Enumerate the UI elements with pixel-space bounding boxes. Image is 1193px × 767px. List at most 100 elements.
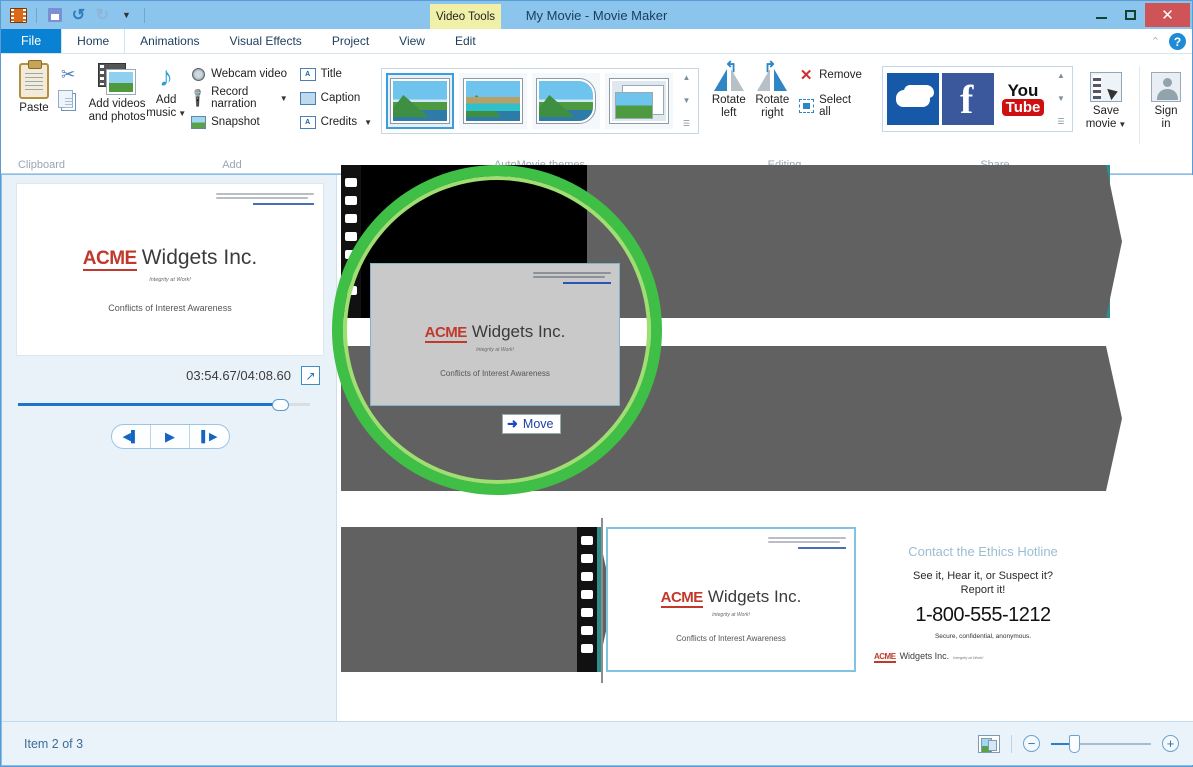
select-all-button[interactable]: Select all <box>798 94 866 118</box>
add-videos-and-photos-button[interactable]: Add videos and photos <box>88 59 146 124</box>
status-bar: Item 2 of 3 − + <box>2 721 1193 765</box>
sign-in-button[interactable]: Sign in <box>1144 66 1188 131</box>
onedrive-button[interactable] <box>887 73 939 125</box>
next-frame-button[interactable]: ▌▶ <box>189 425 228 448</box>
cut-icon[interactable]: ✂ <box>61 65 76 85</box>
theme-thumb-1[interactable] <box>385 73 454 129</box>
record-narration-button[interactable]: 🎤 Record narration ▼ <box>186 86 292 110</box>
customize-qat-icon[interactable]: ▼ <box>116 5 137 26</box>
window-title: My Movie - Movie Maker <box>525 7 668 23</box>
select-all-icon <box>798 98 814 114</box>
copy-icon[interactable] <box>58 90 76 111</box>
ethics-line-1: See it, Hear it, or Suspect it? <box>912 570 1053 582</box>
chevron-up-icon[interactable]: ⌃ <box>1151 35 1160 48</box>
storyboard-pane[interactable]: ACME Widgets Inc. Integrity at Work! Con… <box>332 165 1193 723</box>
sign-in-icon <box>1151 72 1181 102</box>
theme-thumb-4[interactable] <box>604 73 673 129</box>
title-label: Title <box>320 68 342 80</box>
tab-view[interactable]: View <box>384 29 440 53</box>
paste-button[interactable]: Paste <box>7 59 61 115</box>
preview-monitor[interactable]: ACME Widgets Inc. Integrity at Work! Con… <box>16 183 324 356</box>
clip-band-gray-1[interactable] <box>587 165 1122 318</box>
redo-icon[interactable]: ↻ <box>92 5 113 26</box>
caption-icon <box>299 90 316 106</box>
move-badge-label: Move <box>522 417 554 431</box>
fullscreen-icon[interactable]: ↗ <box>301 366 320 385</box>
share-scroll-up-icon[interactable]: ▲ <box>1054 70 1068 82</box>
tab-file[interactable]: File <box>1 29 62 53</box>
webcam-video-button[interactable]: Webcam video <box>190 63 292 85</box>
selected-clip-slide[interactable]: ACME Widgets Inc. Integrity at Work! Con… <box>606 527 856 672</box>
credits-button[interactable]: A Credits ▼ <box>299 111 376 133</box>
seek-thumb[interactable] <box>272 399 289 411</box>
minimize-button[interactable] <box>1087 3 1116 27</box>
item-status: Item 2 of 3 <box>24 736 84 751</box>
zoom-thumb[interactable] <box>1069 734 1080 753</box>
ethics-hotline-slide[interactable]: Contact the Ethics Hotline See it, Hear … <box>858 527 1108 672</box>
caption-label: Caption <box>320 92 361 104</box>
close-button[interactable]: ✕ <box>1145 2 1190 27</box>
storyboard-view-icon[interactable] <box>978 734 1000 753</box>
selected-slide-brand: ACME Widgets Inc. <box>608 587 854 608</box>
microphone-icon: 🎤 <box>186 86 209 109</box>
tab-project[interactable]: Project <box>317 29 384 53</box>
save-movie-icon <box>1090 72 1122 102</box>
gallery-scroll-up-icon[interactable]: ▲ <box>680 72 694 84</box>
share-scroll: ▲ ▼ ☰ <box>1054 70 1068 128</box>
onedrive-icon <box>887 73 939 125</box>
snapshot-button[interactable]: Snapshot <box>190 111 292 133</box>
drag-slide-brand-red: ACME <box>424 324 467 343</box>
clip-band-gray-3[interactable] <box>341 527 613 672</box>
chevron-down-icon-save-movie[interactable]: ▼ <box>1118 118 1126 131</box>
clip-arrow-2 <box>1106 346 1122 491</box>
zoom-in-button[interactable]: + <box>1162 735 1179 752</box>
remove-button[interactable]: ✕ Remove <box>798 64 866 86</box>
theme-thumb-3[interactable] <box>531 73 600 129</box>
remove-label: Remove <box>819 69 862 81</box>
drag-slide-subtitle: Conflicts of Interest Awareness <box>440 368 550 378</box>
share-scroll-down-icon[interactable]: ▼ <box>1054 93 1068 105</box>
tab-home[interactable]: Home <box>61 29 126 53</box>
facebook-button[interactable]: f <box>942 73 994 125</box>
youtube-button[interactable]: You Tube <box>997 73 1049 125</box>
chevron-down-icon-credits[interactable]: ▼ <box>364 118 372 127</box>
zoom-slider[interactable] <box>1051 734 1151 753</box>
add-music-button[interactable]: ♪ Add music ▼ <box>146 59 186 120</box>
credits-label: Credits <box>320 116 358 128</box>
maximize-button[interactable] <box>1116 3 1145 27</box>
contextual-tab-video-tools[interactable]: Video Tools <box>430 4 501 29</box>
rotate-right-button[interactable]: ↱ Rotate right <box>751 59 795 120</box>
zoom-out-button[interactable]: − <box>1023 735 1040 752</box>
tab-edit[interactable]: Edit <box>440 29 491 53</box>
window-controls: ✕ <box>1087 2 1190 27</box>
play-button[interactable]: ▶ <box>149 425 189 448</box>
gallery-scroll-down-icon[interactable]: ▼ <box>680 95 694 107</box>
app-icon[interactable] <box>8 5 29 26</box>
caption-button[interactable]: Caption <box>299 87 376 109</box>
save-icon[interactable] <box>44 5 65 26</box>
title-button[interactable]: A Title <box>299 63 376 85</box>
help-icon[interactable]: ? <box>1169 33 1186 50</box>
tab-animations[interactable]: Animations <box>125 29 214 53</box>
undo-icon[interactable]: ↺ <box>68 5 89 26</box>
drag-slide-tagline: Integrity at Work! <box>476 346 514 353</box>
main-area: ACME Widgets Inc. Integrity at Work! Con… <box>2 165 1193 723</box>
clipboard-icon <box>19 60 49 99</box>
share-more-icon[interactable]: ☰ <box>1054 116 1068 128</box>
ribbon-group-editing: ↰ Rotate left ↱ Rotate right ✕ Remove Se… <box>697 54 872 173</box>
save-movie-button[interactable]: Save movie ▼ <box>1079 66 1133 131</box>
drag-preview-slide[interactable]: ACME Widgets Inc. Integrity at Work! Con… <box>370 263 620 406</box>
seek-slider[interactable] <box>16 397 324 411</box>
tab-visual-effects[interactable]: Visual Effects <box>215 29 317 53</box>
selected-slide-brand-red: ACME <box>660 589 703 608</box>
rotate-right-label-2: right <box>761 107 784 119</box>
timecode: 03:54.67/04:08.60 <box>186 368 291 383</box>
theme-thumb-2[interactable] <box>458 73 527 129</box>
chevron-down-icon-narration[interactable]: ▼ <box>280 94 288 103</box>
status-divider <box>1011 734 1012 753</box>
gallery-more-icon[interactable]: ☰ <box>680 118 694 130</box>
rotate-left-button[interactable]: ↰ Rotate left <box>707 59 751 120</box>
chevron-down-icon-music[interactable]: ▼ <box>178 107 186 120</box>
previous-frame-button[interactable]: ◀▌ <box>112 425 150 448</box>
sign-in-label-1: Sign <box>1154 105 1178 117</box>
